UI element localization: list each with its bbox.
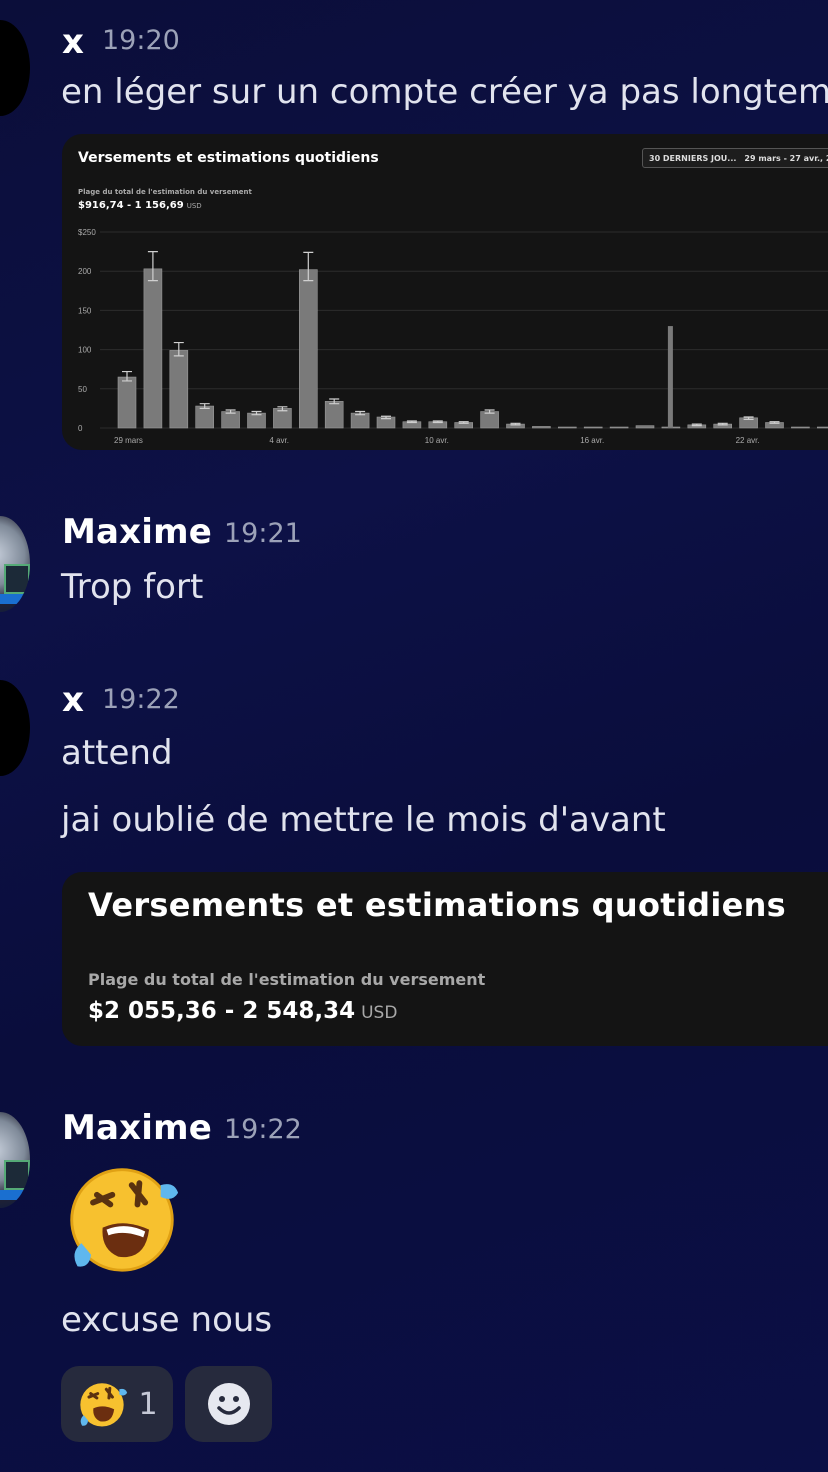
author-name[interactable]: Maxime — [62, 1108, 212, 1148]
card-title: Versements et estimations quotidiens — [88, 886, 787, 924]
currency-label: USD — [361, 1003, 398, 1023]
payout-chart-card[interactable]: Versements et estimations quotidiens 30 … — [62, 134, 828, 450]
x-tick-label: 22 avr. — [736, 436, 760, 445]
x-tick-label: 4 avr. — [269, 436, 289, 445]
timestamp: 19:20 — [102, 25, 180, 56]
y-tick-label: 0 — [78, 424, 83, 433]
message-text: attend — [61, 733, 173, 773]
author-name[interactable]: x — [62, 680, 84, 720]
chart-bar[interactable] — [791, 426, 810, 429]
message-text: en léger sur un compte créer ya pas long… — [61, 72, 828, 112]
daily-payout-chart: $250 200 150 100 50 0 29 mars 4 avr. 10 avr. 16 a… — [78, 228, 828, 445]
estimate-range-label: Plage du total de l'estimation du versem… — [78, 188, 252, 196]
x-tick-label: 16 avr. — [580, 436, 604, 445]
avatar[interactable] — [0, 680, 30, 776]
y-tick-label: $250 — [78, 228, 96, 237]
reactions-bar: 1 — [61, 1366, 272, 1442]
chart-bar[interactable] — [532, 426, 551, 429]
chart-bar[interactable] — [557, 426, 577, 429]
chart-bar[interactable] — [117, 376, 137, 429]
chart-bar[interactable] — [816, 426, 828, 429]
timestamp: 19:22 — [224, 1114, 302, 1145]
avatar-image — [4, 564, 30, 594]
rofl-emoji-icon — [80, 1383, 128, 1427]
chart-bar[interactable] — [324, 401, 344, 429]
message-text: jai oublié de mettre le mois d'avant — [61, 800, 666, 840]
chart-bar[interactable] — [635, 425, 655, 429]
card-title: Versements et estimations quotidiens — [78, 150, 379, 166]
chart-bar[interactable] — [143, 268, 163, 429]
estimate-range-label: Plage du total de l'estimation du versem… — [88, 970, 486, 989]
rofl-emoji-icon — [70, 1168, 179, 1272]
message-text: Trop fort — [61, 567, 204, 607]
avatar-image — [4, 1160, 30, 1190]
y-tick-label: 200 — [78, 267, 92, 276]
reaction-count: 1 — [138, 1386, 158, 1422]
estimate-range-value: $2 055,36 - 2 548,34 USD — [88, 998, 397, 1024]
estimate-amount: $2 055,36 - 2 548,34 — [88, 998, 356, 1024]
chart-bar[interactable] — [247, 412, 266, 429]
chart-bar[interactable] — [350, 412, 370, 429]
avatar[interactable] — [0, 1112, 30, 1208]
y-tick-label: 50 — [78, 385, 87, 394]
avatar-image — [0, 594, 26, 604]
chart-bar[interactable] — [299, 269, 318, 429]
chart-bar[interactable] — [583, 426, 603, 429]
chart-spike-bar[interactable] — [667, 326, 673, 428]
chart-bar[interactable] — [480, 411, 499, 429]
payout-summary-card[interactable]: Versements et estimations quotidiens Pla… — [62, 872, 828, 1046]
date-range-text: 29 mars - 27 avr., 20 — [744, 153, 828, 163]
avatar[interactable] — [0, 20, 30, 116]
y-tick-label: 150 — [78, 306, 92, 315]
author-name[interactable]: x — [62, 22, 84, 62]
x-tick-label: 10 avr. — [425, 436, 449, 445]
y-tick-label: 100 — [78, 346, 92, 355]
reaction-rofl[interactable]: 1 — [61, 1366, 173, 1442]
date-range-selector[interactable]: 30 DERNIERS JOU... 29 mars - 27 avr., 20 — [642, 148, 828, 168]
range-button[interactable]: 30 DERNIERS JOU... — [649, 154, 736, 163]
author-name[interactable]: Maxime — [62, 512, 212, 552]
add-reaction-icon — [207, 1383, 250, 1425]
chart-bar[interactable] — [609, 426, 629, 429]
message-text: excuse nous — [61, 1300, 273, 1340]
estimate-amount: $916,74 - 1 156,69 — [78, 200, 184, 211]
chart-bar[interactable] — [169, 350, 189, 429]
currency-label: USD — [186, 202, 202, 210]
estimate-range-value: $916,74 - 1 156,69 USD — [78, 200, 202, 211]
avatar[interactable] — [0, 516, 30, 612]
add-reaction-button[interactable] — [185, 1366, 272, 1442]
x-tick-label: 29 mars — [114, 436, 143, 445]
avatar-image — [0, 1190, 26, 1200]
timestamp: 19:22 — [102, 684, 180, 715]
timestamp: 19:21 — [224, 518, 302, 549]
chart-bar[interactable] — [221, 411, 240, 429]
chart-bar[interactable] — [195, 405, 214, 429]
